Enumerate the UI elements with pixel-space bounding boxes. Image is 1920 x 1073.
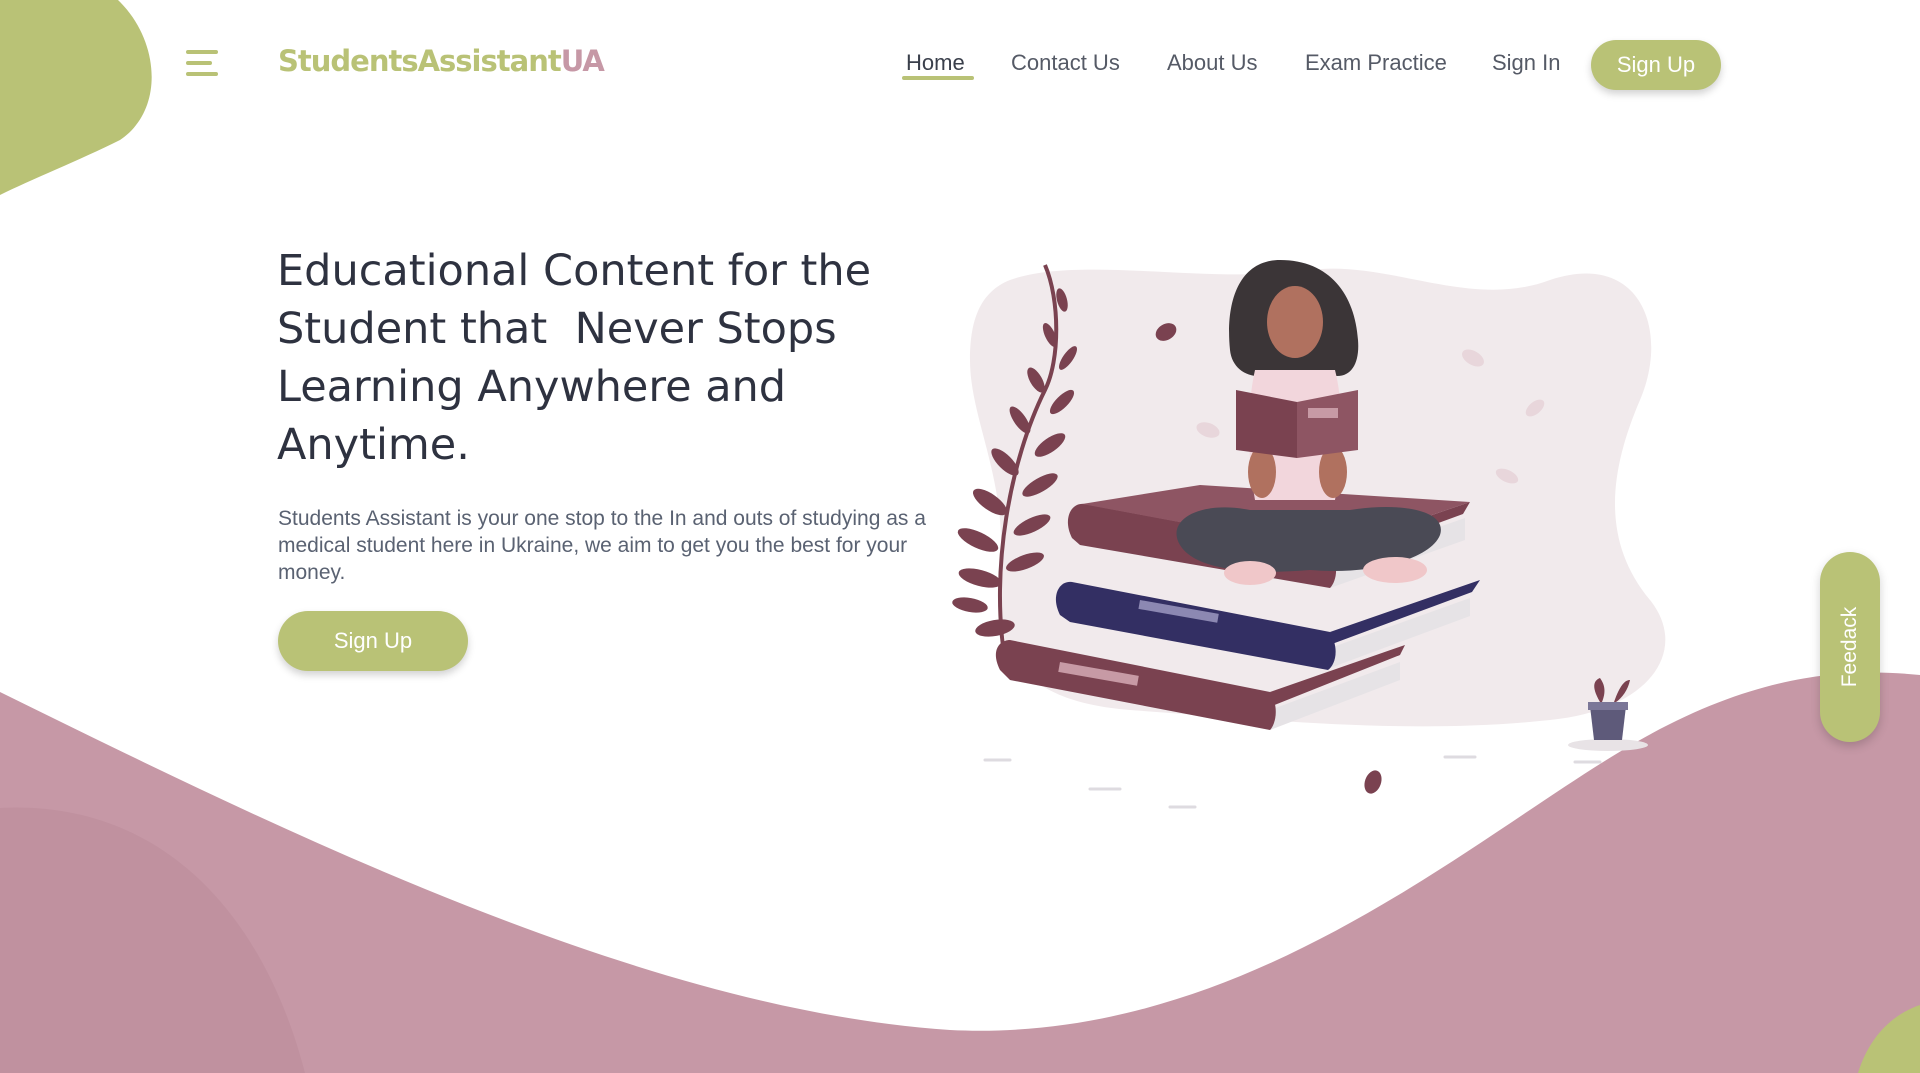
logo-text-suffix: UA: [560, 44, 605, 78]
nav-sign-in[interactable]: Sign In: [1492, 50, 1561, 76]
header-signup-button[interactable]: Sign Up: [1591, 40, 1721, 90]
hamburger-menu-icon[interactable]: [182, 46, 222, 80]
nav-active-indicator: [902, 76, 974, 80]
nav-home[interactable]: Home: [906, 50, 965, 76]
hero-signup-button[interactable]: Sign Up: [278, 611, 468, 671]
logo-text-main: StudentsAssistant: [278, 44, 562, 78]
site-header: StudentsAssistantUA Home Contact Us Abou…: [0, 0, 1920, 130]
feedback-tab[interactable]: Feedack: [1820, 552, 1880, 742]
site-logo[interactable]: StudentsAssistantUA: [278, 44, 605, 78]
nav-about-us[interactable]: About Us: [1167, 50, 1258, 76]
feedback-label: Feedack: [1838, 606, 1861, 688]
nav-contact-us[interactable]: Contact Us: [1011, 50, 1120, 76]
woman-reading-on-books-illustration: [952, 260, 1666, 809]
hero-description: Students Assistant is your one stop to t…: [278, 507, 926, 584]
hero-title: Educational Content for the Student that…: [277, 246, 872, 470]
ground-marks: [983, 755, 1602, 809]
nav-exam-practice[interactable]: Exam Practice: [1305, 50, 1447, 76]
